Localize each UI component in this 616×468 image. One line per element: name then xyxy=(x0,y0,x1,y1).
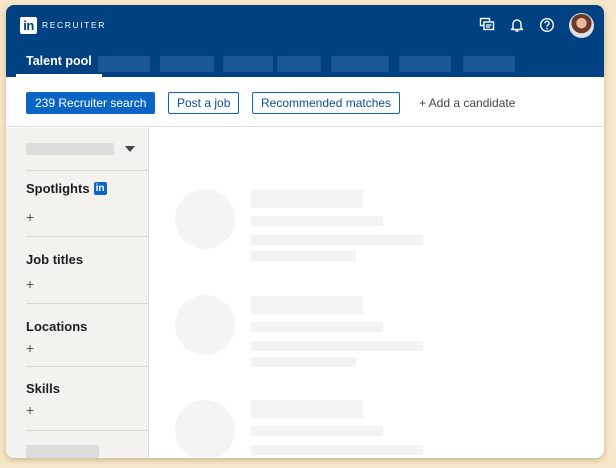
tab-talent-pool[interactable]: Talent pool xyxy=(16,49,102,77)
text-placeholder xyxy=(251,426,383,436)
tab-placeholder[interactable] xyxy=(463,56,515,72)
filter-section-locations: Locations xyxy=(26,319,87,334)
divider xyxy=(26,303,149,304)
text-placeholder xyxy=(251,216,383,226)
notifications-bell-icon[interactable] xyxy=(503,11,531,39)
tab-bar: Talent pool xyxy=(6,49,604,77)
filter-select-placeholder[interactable] xyxy=(26,143,114,155)
filters-sidebar: Spotlights in + Job titles + Locations +… xyxy=(6,128,149,458)
divider xyxy=(26,236,149,237)
add-candidate-button[interactable]: + Add a candidate xyxy=(414,92,520,114)
brand-title: RECRUITER xyxy=(42,20,106,30)
text-placeholder xyxy=(251,322,383,332)
add-job-title-filter-button[interactable]: + xyxy=(26,277,34,291)
header-icons xyxy=(471,11,594,39)
top-navigation-bar: in RECRUITER Talent pool xyxy=(6,5,604,77)
action-bar: 239 Recruiter search Post a job Recommen… xyxy=(6,77,604,127)
tab-placeholder[interactable] xyxy=(331,56,389,72)
avatar-placeholder xyxy=(175,295,235,355)
messages-icon[interactable] xyxy=(473,11,501,39)
filter-section-job-titles: Job titles xyxy=(26,252,83,267)
tab-placeholder[interactable] xyxy=(223,56,273,72)
avatar-placeholder xyxy=(175,400,235,458)
filter-section-title: Locations xyxy=(26,319,88,334)
add-spotlight-filter-button[interactable]: + xyxy=(26,210,34,224)
text-placeholder xyxy=(251,251,356,261)
recruiter-window: in RECRUITER Talent pool 239 Recruiter s… xyxy=(6,5,604,458)
tab-placeholder[interactable] xyxy=(277,56,321,72)
text-placeholder xyxy=(251,190,363,208)
divider xyxy=(26,170,149,171)
chevron-down-icon[interactable] xyxy=(125,146,135,152)
post-job-button[interactable]: Post a job xyxy=(168,92,240,114)
linkedin-badge-icon: in xyxy=(93,182,107,195)
divider xyxy=(26,430,149,431)
help-icon[interactable] xyxy=(533,11,561,39)
text-placeholder xyxy=(251,445,423,455)
tab-placeholder[interactable] xyxy=(399,56,451,72)
divider xyxy=(26,366,149,367)
avatar-placeholder xyxy=(175,189,235,249)
filter-section-title: Skills xyxy=(26,381,60,396)
text-placeholder xyxy=(251,357,356,367)
filter-section-title: Job titles xyxy=(26,252,84,267)
text-placeholder xyxy=(251,400,363,418)
linkedin-logo-icon: in xyxy=(20,16,37,34)
filter-placeholder xyxy=(26,445,99,458)
filter-section-title: Spotlights xyxy=(26,181,90,196)
text-placeholder xyxy=(251,235,423,245)
candidate-list-loading xyxy=(150,128,604,458)
add-location-filter-button[interactable]: + xyxy=(26,341,34,355)
user-avatar[interactable] xyxy=(569,12,594,38)
tab-placeholder[interactable] xyxy=(98,56,150,72)
tab-placeholder[interactable] xyxy=(160,56,214,72)
brand[interactable]: in RECRUITER xyxy=(20,14,106,36)
text-placeholder xyxy=(251,341,423,351)
filter-section-skills: Skills xyxy=(26,381,60,396)
recruiter-search-button[interactable]: 239 Recruiter search xyxy=(26,92,156,114)
filter-section-spotlights: Spotlights in xyxy=(26,181,107,196)
text-placeholder xyxy=(251,296,363,314)
add-skill-filter-button[interactable]: + xyxy=(26,403,34,417)
recommended-matches-button[interactable]: Recommended matches xyxy=(252,92,401,114)
